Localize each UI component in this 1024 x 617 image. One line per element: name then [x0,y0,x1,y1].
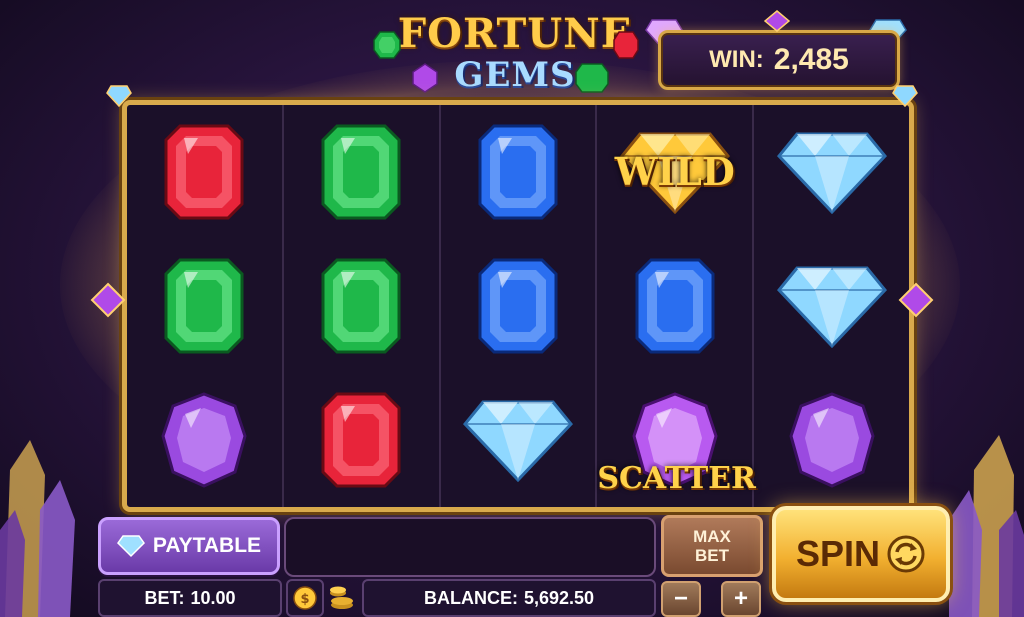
refresh-icon [887,535,925,573]
balance-value: 5,692.50 [523,587,595,608]
frame-topright-gem-icon [892,85,918,108]
logo-green-gem-icon [373,31,401,59]
reel-grid: WILD SCATTER [122,100,914,512]
reel-2 [284,105,441,507]
frame-right-gem-icon [898,282,934,318]
coin-stack-icon [330,586,353,609]
bet-label: BET: [144,587,185,608]
frame-topleft-gem-icon [106,85,132,108]
scatter-label: SCATTER [597,461,756,496]
win-label: WIN: [709,46,764,73]
right-crystal-cluster-icon [949,435,1024,617]
reel-4: WILD SCATTER [597,105,756,507]
reel-cell [441,373,596,507]
left-crystal-cluster-icon [0,440,75,617]
reel-cell: WILD [597,105,752,239]
win-display: WIN: 2,485 [658,30,900,90]
reel-cell [284,239,439,373]
reel-cell [597,239,752,373]
reel-cell [754,373,909,507]
reel-cell: SCATTER [597,373,756,507]
wild-label: WILD [614,149,735,194]
bet-value: 10.00 [190,587,236,608]
reel-cell [754,105,909,239]
logo-purple-gem-icon [412,63,438,93]
logo-line-fortune: FORTUNE [397,10,633,57]
reel-cell [754,239,909,373]
purple-oval-gem-icon [161,392,247,488]
reel-cell [441,105,596,239]
win-amount: 2,485 [773,43,849,76]
blue-emerald-gem-icon [478,258,558,354]
cyan-diamond-gem-icon [776,264,887,348]
red-emerald-gem-icon [164,124,244,220]
logo-green-gem-2-icon [575,63,609,93]
reel-cell [127,105,282,239]
green-emerald-gem-icon [321,124,401,220]
paytable-label: PAYTABLE [152,534,262,557]
spin-label: SPIN [795,533,881,574]
coin-value-button[interactable]: $ [286,579,324,617]
balance-display: BALANCE: 5,692.50 [362,579,656,617]
logo-red-gem-icon [613,31,639,59]
reel-cell [284,373,439,507]
reel-cell [284,105,439,239]
reel-cell [441,239,596,373]
cyan-diamond-gem-icon [462,398,573,482]
plus-icon: + [733,585,748,612]
cyan-diamond-gem-icon [776,130,887,214]
spin-button[interactable]: SPIN [772,506,950,602]
reel-3 [441,105,598,507]
max-bet-label-line1: MAX [693,527,731,546]
bet-display: BET: 10.00 [98,579,282,617]
coin-icon: $ [293,586,317,610]
blue-emerald-gem-icon [478,124,558,220]
reel-1 [127,105,284,507]
bet-increase-button[interactable]: + [721,581,761,617]
max-bet-label-line2: BET [695,546,729,565]
max-bet-button[interactable]: MAX BET [661,515,763,577]
reel-cell [127,239,282,373]
message-panel [284,517,656,577]
reel-5 [754,105,909,507]
red-emerald-gem-icon [321,392,401,488]
green-emerald-gem-icon [164,258,244,354]
purple-oval-gem-icon [789,392,875,488]
minus-icon: − [673,585,688,612]
balance-label: BALANCE: [423,587,518,608]
reel-cell [127,373,282,507]
diamond-icon [116,535,145,558]
frame-left-gem-icon [90,282,126,318]
bet-decrease-button[interactable]: − [661,581,701,617]
blue-emerald-gem-icon [635,258,715,354]
paytable-button[interactable]: PAYTABLE [98,517,280,575]
win-box-top-gem-icon [764,10,790,32]
svg-text:$: $ [300,592,309,607]
green-emerald-gem-icon [321,258,401,354]
